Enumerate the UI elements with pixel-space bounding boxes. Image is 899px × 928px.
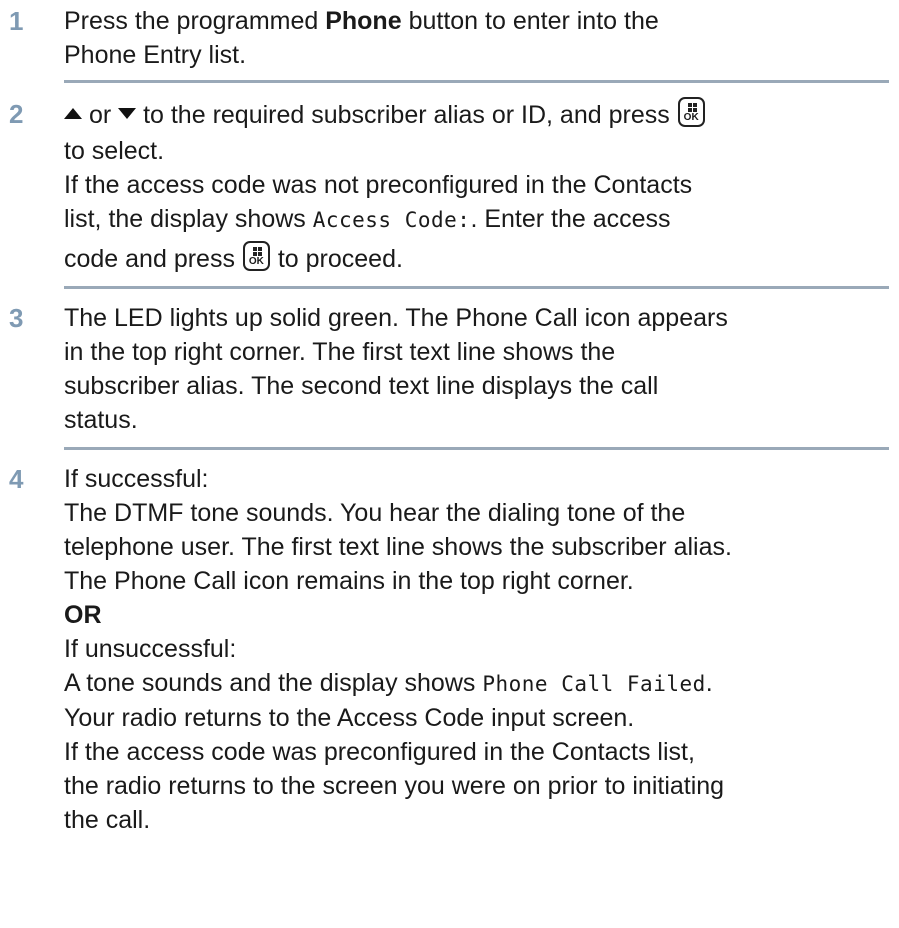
step-text-line: or to the required subscriber alias or I… (64, 97, 889, 132)
step-or-label: OR (64, 601, 102, 629)
step-text-line: A tone sounds and the display shows Phon… (64, 669, 713, 697)
step-text-line: The DTMF tone sounds. You hear the diali… (64, 499, 686, 527)
up-arrow-icon (64, 108, 82, 119)
step-text-line: list, the display shows Access Code:. En… (64, 205, 671, 233)
step-text-line: the radio returns to the screen you were… (64, 772, 725, 800)
step-number: 2 (9, 99, 24, 129)
step-text-line: The LED lights up solid green. The Phone… (64, 304, 728, 332)
display-text-access-code: Access Code: (312, 208, 471, 232)
menu-ok-button-icon: OK (677, 97, 705, 127)
phone-button-label: Phone (325, 7, 402, 35)
down-arrow-icon (118, 108, 137, 119)
step-number: 4 (9, 464, 24, 494)
step-text-line: If the access code was not preconfigured… (64, 171, 693, 199)
step-text-line: subscriber alias. The second text line d… (64, 372, 659, 400)
step-text-line: the call. (64, 806, 151, 834)
step-number: 3 (9, 303, 24, 333)
step-text-line: If the access code was preconfigured in … (64, 738, 695, 766)
step-text-line: telephone user. The first text line show… (64, 533, 732, 561)
step-text-line: If unsuccessful: (64, 635, 237, 663)
step-text-line: Your radio returns to the Access Code in… (64, 704, 635, 732)
display-text-phone-call-failed: Phone Call Failed (482, 672, 706, 696)
step-number: 1 (9, 6, 24, 36)
step-text-line: Phone Entry list. (64, 41, 247, 69)
step-text-line: code and press OK to proceed. (64, 241, 889, 276)
step-text-line: The Phone Call icon remains in the top r… (64, 567, 634, 595)
step-1: 1 Press the programmed Phone button to e… (0, 0, 899, 72)
step-text-line: status. (64, 406, 138, 434)
procedure-steps: 1 Press the programmed Phone button to e… (0, 0, 899, 837)
step-text-line: to select. (64, 137, 165, 165)
step-text-line: in the top right corner. The first text … (64, 338, 616, 366)
step-3: 3 The LED lights up solid green. The Pho… (0, 289, 899, 437)
step-text-line: Press the programmed Phone button to ent… (64, 7, 659, 35)
menu-ok-button-icon: OK (242, 241, 270, 271)
step-text-line: If successful: (64, 465, 209, 493)
step-2: 2 or to the required subscriber alias or… (0, 83, 899, 276)
step-4: 4 If successful: The DTMF tone sounds. Y… (0, 450, 899, 837)
